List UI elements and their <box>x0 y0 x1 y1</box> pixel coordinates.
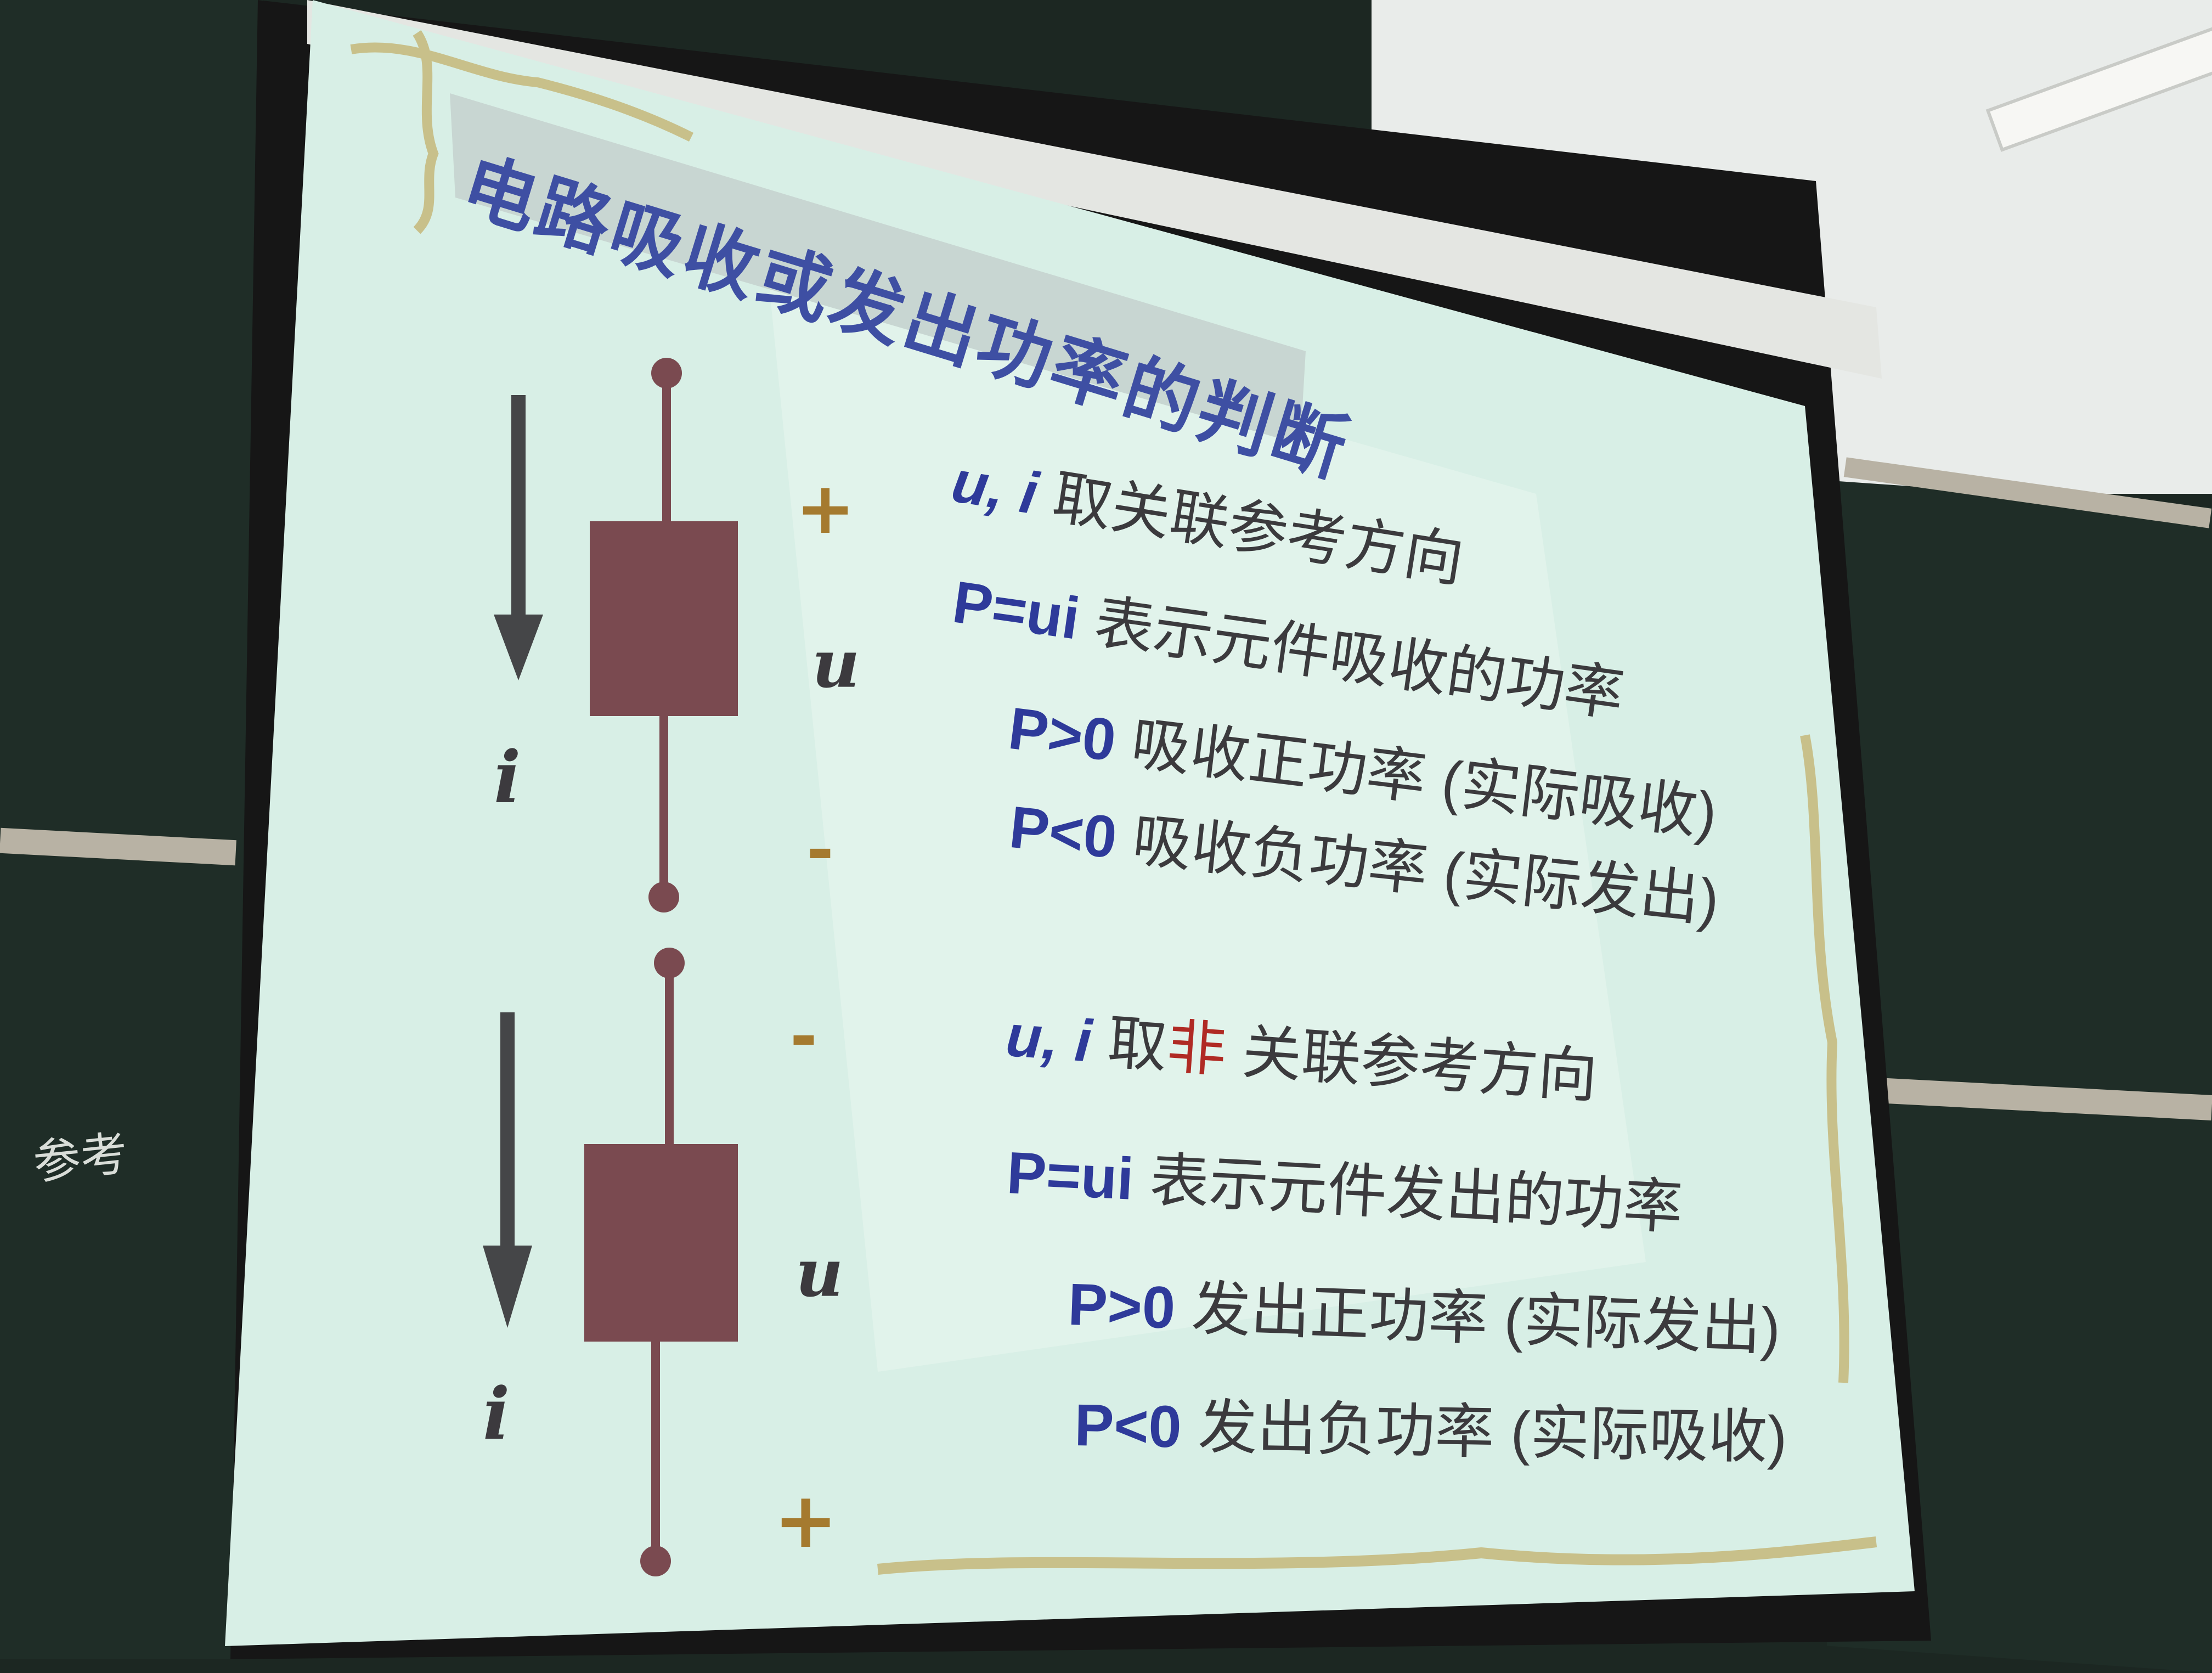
section2-formula: P=ui <box>1005 1139 1136 1212</box>
section2-line2-text: 表示元件发出的功率 <box>1148 1146 1685 1241</box>
current-label-2: i <box>483 1372 510 1456</box>
section2-line2: P=ui 表示元件发出的功率 <box>1005 1125 1685 1246</box>
section2-line3: P>0 发出正功率 (实际发出) <box>1067 1257 1782 1367</box>
section1-condition-negative: P<0 <box>1006 793 1120 871</box>
section1-condition-positive: P>0 <box>1005 694 1120 774</box>
classroom-scene: 参考 电路吸收或发出功率的判断 + u - i - u + i u, i 取关联… <box>0 0 2212 1673</box>
slide-title: 电路吸收或发出功率的判断 <box>453 144 1359 493</box>
section2-emphasis: 非 <box>1165 1013 1229 1084</box>
section2-take: 取 <box>1105 1009 1170 1080</box>
section2-condition-positive: P>0 <box>1066 1270 1177 1341</box>
section2-line1: u, i 取非 关联参考方向 <box>1003 988 1600 1114</box>
plus-mark-1: + <box>795 466 855 550</box>
minus-mark-1: - <box>806 812 834 888</box>
plus-mark-2: + <box>774 1476 838 1565</box>
section1-formula: P=ui <box>949 568 1084 652</box>
voltage-label-1: u <box>812 626 860 703</box>
section2-line3-text: 发出正功率 (实际发出) <box>1190 1275 1782 1362</box>
section2-condition-negative: P<0 <box>1074 1391 1182 1460</box>
current-label-1: i <box>494 735 521 819</box>
section2-line4: P<0 发出负功率 (实际吸收) <box>1074 1377 1788 1475</box>
slide-content: 电路吸收或发出功率的判断 + u - i - u + i u, i 取关联参考方… <box>0 0 2212 1659</box>
minus-mark-2: - <box>790 999 817 1075</box>
section1-vars: u, i <box>947 447 1043 527</box>
voltage-label-2: u <box>795 1235 844 1312</box>
section2-line1-text: 关联参考方向 <box>1240 1018 1600 1109</box>
section2-line4-text: 发出负功率 (实际吸收) <box>1197 1393 1788 1471</box>
section1-line1-text: 取关联参考方向 <box>1048 463 1469 594</box>
section2-vars: u, i <box>1003 1001 1094 1074</box>
